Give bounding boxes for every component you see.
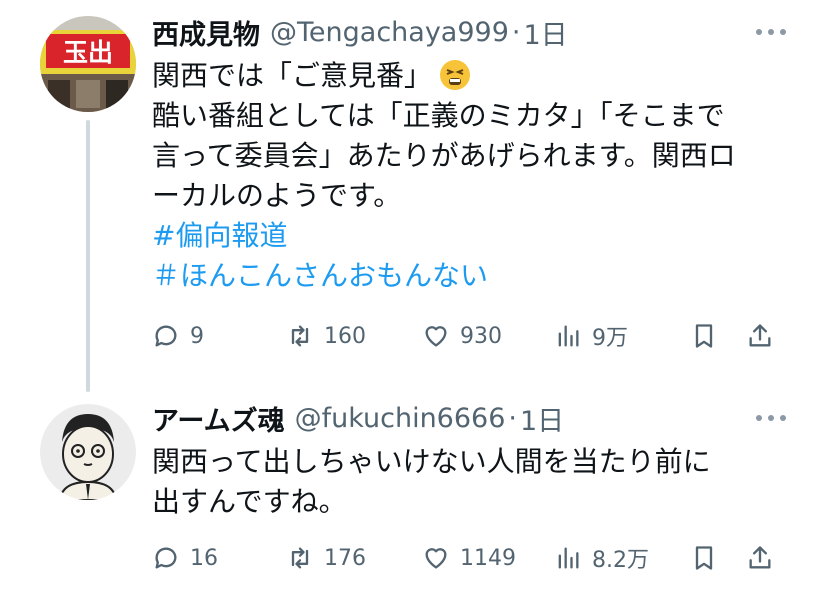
store-sign-avatar-image: 玉出 bbox=[40, 16, 136, 112]
views-chart-icon bbox=[558, 547, 579, 569]
hashtag-link[interactable]: ＃ほんこんさんおもんない bbox=[152, 256, 792, 296]
tweet-line: 言って委員会」あたりがあげられます。関西ロ bbox=[152, 139, 736, 172]
views-chart-icon bbox=[558, 325, 579, 347]
retweet-button[interactable]: 176 bbox=[286, 538, 366, 578]
timestamp[interactable]: 1日 bbox=[520, 399, 564, 438]
like-button[interactable]: 930 bbox=[422, 316, 502, 356]
tweet-text: 関西って出しちゃいけない人間を当たり前に 出すんですね。 bbox=[152, 442, 792, 522]
cartoon-man-avatar-image bbox=[40, 404, 136, 500]
reply-count: 16 bbox=[190, 545, 218, 571]
bookmark-button[interactable] bbox=[690, 316, 718, 356]
tweet-2[interactable]: アームズ魂 @fukuchin6666 · 1日 関西って出しちゃいけない人間を… bbox=[0, 392, 828, 601]
reply-icon bbox=[155, 547, 177, 569]
display-name[interactable]: アームズ魂 bbox=[152, 399, 285, 438]
tweet-header: 西成見物 @Tengachaya999 · 1日 bbox=[152, 13, 568, 52]
bookmark-icon bbox=[695, 546, 713, 570]
views-count: 8.2万 bbox=[592, 548, 649, 573]
hashtag-link[interactable]: #偏向報道 bbox=[152, 216, 792, 256]
reply-button[interactable]: 9 bbox=[152, 316, 204, 356]
separator: · bbox=[511, 16, 521, 48]
bookmark-icon bbox=[695, 324, 713, 348]
tweet-1[interactable]: 玉出 西成見物 @Tengachaya999 · 1日 関西では「ご意見番」 酷… bbox=[0, 0, 828, 392]
tweet-actions: 16 176 1149 8.2万 bbox=[152, 538, 792, 578]
heart-icon bbox=[425, 548, 447, 569]
share-icon bbox=[749, 324, 771, 347]
retweet-icon bbox=[291, 547, 309, 569]
tired-face-emoji bbox=[440, 60, 471, 90]
like-button[interactable]: 1149 bbox=[422, 538, 516, 578]
views-count: 9万 bbox=[592, 326, 628, 351]
avatar[interactable]: 玉出 bbox=[40, 16, 136, 112]
tweet-text: 関西では「ご意見番」 酷い番組としては「正義のミカタ」「そこまで 言って委員会」… bbox=[152, 56, 792, 296]
reply-count: 9 bbox=[190, 323, 204, 349]
display-name[interactable]: 西成見物 bbox=[152, 13, 260, 52]
share-button[interactable] bbox=[746, 538, 774, 578]
timestamp[interactable]: 1日 bbox=[523, 13, 567, 52]
tweet-line: 出すんですね。 bbox=[152, 485, 347, 518]
more-dots-icon[interactable] bbox=[756, 408, 786, 428]
share-icon bbox=[749, 546, 771, 569]
tweet-line: 関西って出しちゃいけない人間を当たり前に bbox=[152, 445, 711, 478]
like-count: 1149 bbox=[460, 545, 516, 571]
views-button[interactable]: 9万 bbox=[554, 316, 628, 356]
reply-button[interactable]: 16 bbox=[152, 538, 218, 578]
views-button[interactable]: 8.2万 bbox=[554, 538, 649, 578]
tweet-header: アームズ魂 @fukuchin6666 · 1日 bbox=[152, 399, 564, 438]
retweet-icon bbox=[291, 325, 309, 347]
share-button[interactable] bbox=[746, 316, 774, 356]
like-count: 930 bbox=[460, 323, 502, 349]
avatar-sign-text: 玉出 bbox=[63, 38, 113, 67]
heart-icon bbox=[425, 326, 447, 347]
bookmark-button[interactable] bbox=[690, 538, 718, 578]
tweet-line: ーカルのようです。 bbox=[152, 179, 402, 212]
tweet-actions: 9 160 930 9万 bbox=[152, 316, 792, 356]
user-handle[interactable]: @fukuchin6666 bbox=[295, 403, 506, 434]
retweet-button[interactable]: 160 bbox=[286, 316, 366, 356]
retweet-count: 160 bbox=[324, 323, 366, 349]
avatar[interactable] bbox=[40, 404, 136, 500]
retweet-count: 176 bbox=[324, 545, 366, 571]
reply-icon bbox=[155, 325, 177, 347]
tweet-line: 酷い番組としては「正義のミカタ」「そこまで bbox=[152, 99, 725, 132]
more-dots-icon[interactable] bbox=[756, 22, 786, 42]
separator: · bbox=[508, 402, 517, 434]
tweet-line: 関西では「ご意見番」 bbox=[152, 56, 792, 96]
thread-line bbox=[86, 120, 90, 392]
user-handle[interactable]: @Tengachaya999 bbox=[270, 17, 509, 48]
